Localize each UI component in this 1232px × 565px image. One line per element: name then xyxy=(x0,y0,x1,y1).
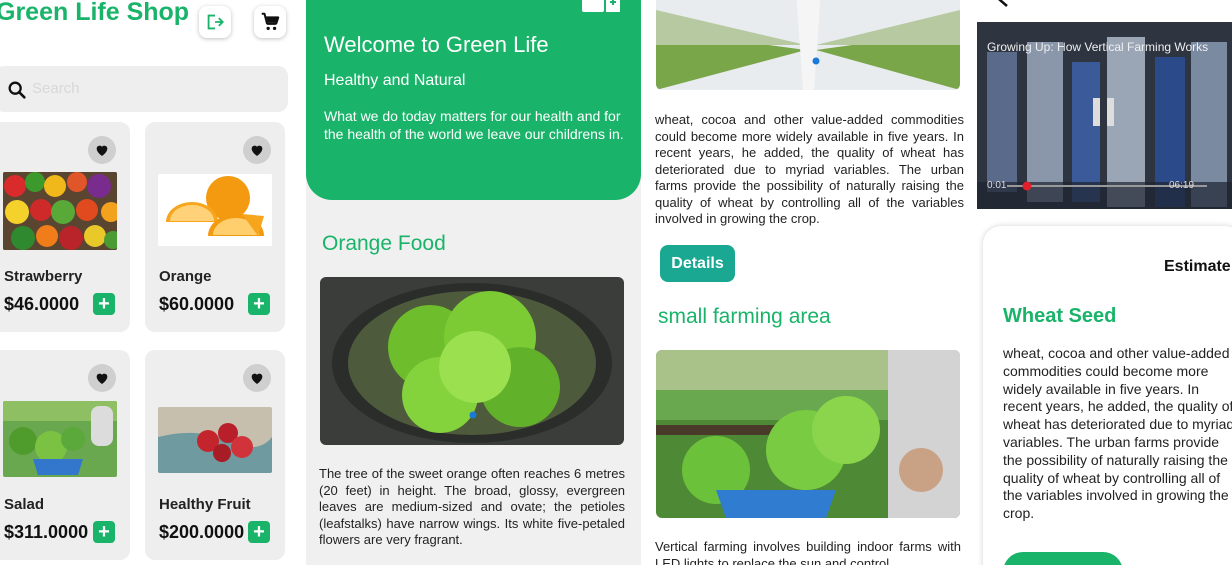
app-title: Green Life Shop xyxy=(0,0,190,26)
video-duration: 06:19 xyxy=(1169,180,1195,191)
shop-screen: Green Life Shop Search Strawberry $46.00… xyxy=(0,0,300,565)
add-to-cart-icon[interactable] xyxy=(580,0,622,14)
strawberry-image xyxy=(3,172,117,250)
article-screen: wheat, cocoa and other value-added commo… xyxy=(641,0,977,565)
farming-image xyxy=(656,350,960,518)
product-price: $311.0000 xyxy=(4,522,89,542)
vertical-farm-image xyxy=(656,0,960,90)
add-to-cart-button[interactable]: + xyxy=(248,521,270,543)
section-text: The tree of the sweet orange often reach… xyxy=(319,466,625,547)
article-text: wheat, cocoa and other value-added commo… xyxy=(655,112,964,226)
product-name: Healthy Fruit xyxy=(159,496,251,513)
product-card-strawberry[interactable]: Strawberry $46.0000 + xyxy=(0,122,130,332)
favorite-button[interactable] xyxy=(88,364,116,392)
lettuce-image xyxy=(320,277,624,445)
product-title: Wheat Seed xyxy=(1003,305,1117,327)
product-name: Salad xyxy=(4,496,45,513)
heart-icon xyxy=(251,145,263,156)
search-input[interactable]: Search xyxy=(0,66,288,112)
product-detail-screen: Growing Up: How Vertical Farming Works 0… xyxy=(977,0,1232,565)
cart-icon xyxy=(261,12,280,31)
home-screen: Welcome to Green Life Healthy and Natura… xyxy=(306,0,641,565)
heart-icon xyxy=(96,373,108,384)
product-card-salad[interactable]: Salad $311.0000 + xyxy=(0,350,130,560)
video-current-time: 0:01 xyxy=(987,180,1007,191)
section-title: small farming area xyxy=(658,305,831,328)
article-bottom-text: Vertical farming involves building indoo… xyxy=(655,539,961,565)
product-price: $46.0000 xyxy=(4,294,80,314)
favorite-button[interactable] xyxy=(243,136,271,164)
favorite-button[interactable] xyxy=(88,136,116,164)
back-arrow-icon[interactable] xyxy=(997,0,1019,8)
fruit-image xyxy=(158,407,272,473)
product-description: wheat, cocoa and other value-added commo… xyxy=(1003,345,1232,522)
heart-icon xyxy=(96,145,108,156)
details-button[interactable]: Details xyxy=(660,245,735,282)
cart-button[interactable] xyxy=(254,6,286,38)
add-to-cart-button[interactable]: + xyxy=(248,293,270,315)
product-name: Orange xyxy=(159,268,212,285)
hero-subtitle: Healthy and Natural xyxy=(324,72,466,89)
add-to-cart-button[interactable]: + xyxy=(93,293,115,315)
product-price: $200.0000 xyxy=(159,522,245,542)
sheet-heading: Estimate xyxy=(1164,258,1231,275)
logout-icon xyxy=(207,14,224,30)
product-card-orange[interactable]: Orange $60.0000 + xyxy=(145,122,285,332)
video-title: Growing Up: How Vertical Farming Works xyxy=(987,40,1209,54)
welcome-banner: Welcome to Green Life Healthy and Natura… xyxy=(306,0,641,200)
add-to-cart-button[interactable]: + xyxy=(93,521,115,543)
hero-title: Welcome to Green Life xyxy=(324,32,549,57)
product-price: $60.0000 xyxy=(159,294,235,314)
section-title: Orange Food xyxy=(322,232,446,255)
hero-text: What we do today matters for our health … xyxy=(324,108,624,142)
orange-image xyxy=(158,174,272,246)
search-placeholder: Search xyxy=(32,80,80,97)
product-detail-sheet: Estimate Wheat Seed wheat, cocoa and oth… xyxy=(983,226,1232,565)
action-button[interactable] xyxy=(1003,552,1123,565)
video-player[interactable]: Growing Up: How Vertical Farming Works 0… xyxy=(977,22,1232,209)
heart-icon xyxy=(251,373,263,384)
product-card-healthy-fruit[interactable]: Healthy Fruit $200.0000 + xyxy=(145,350,285,560)
search-icon xyxy=(8,81,26,99)
product-name: Strawberry xyxy=(4,268,83,285)
favorite-button[interactable] xyxy=(243,364,271,392)
salad-image xyxy=(3,401,117,477)
logout-button[interactable] xyxy=(199,6,231,38)
